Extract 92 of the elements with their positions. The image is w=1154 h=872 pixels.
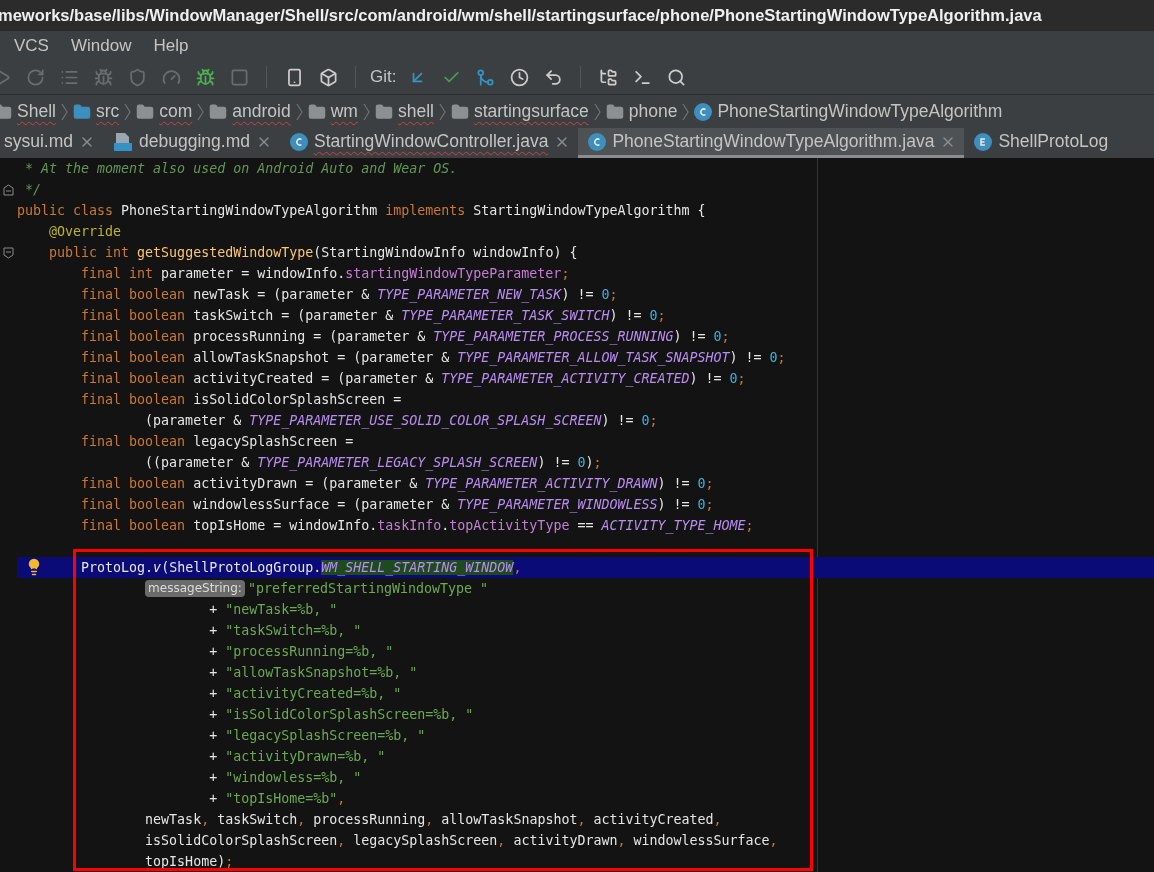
merge-icon	[475, 67, 495, 87]
breadcrumb-item[interactable]: phone	[628, 98, 678, 125]
menu-item[interactable]: Help	[153, 32, 189, 59]
code-line: final boolean windowlessSurface = (parameter & TYPE_PARAMETER_WINDOWLESS) != 0;	[81, 495, 714, 515]
breadcrumb-item[interactable]: wm	[330, 98, 358, 125]
folder-tree-icon	[598, 67, 618, 87]
enum-icon	[974, 132, 993, 151]
class-icon	[289, 132, 308, 151]
code-line: newTask, taskSwitch, processRunning, allowTaskSnapshot, activityCreated,	[145, 810, 722, 829]
code-line: */	[25, 180, 42, 199]
menu-item[interactable]: VCS	[14, 32, 49, 59]
chevron-icon	[197, 102, 205, 121]
editor-tab[interactable]: sysui.md	[0, 128, 104, 158]
fold-marker-icon[interactable]	[3, 246, 14, 259]
chevron-icon	[438, 102, 446, 121]
breadcrumb-item[interactable]: android	[232, 98, 291, 125]
breadcrumb-item[interactable]: src	[95, 98, 120, 125]
code-line: + "windowless=%b, "	[209, 768, 362, 787]
chevron-icon	[124, 102, 132, 121]
breadcrumb-item[interactable]: com	[159, 98, 193, 125]
tab-label: StartingWindowController.java	[313, 130, 549, 154]
editor-tab[interactable]: debugging.md	[103, 128, 280, 158]
folder-icon	[605, 102, 624, 121]
code-line: final boolean allowTaskSnapshot = (parameter & TYPE_PARAMETER_ALLOW_TASK_SNAPSHOT) != 0;	[81, 348, 786, 368]
clock-icon	[509, 67, 529, 87]
code-line: + "activityDrawn=%b, "	[209, 747, 386, 766]
folder-icon	[374, 102, 393, 121]
editor-tab[interactable]: StartingWindowController.java	[279, 128, 579, 158]
undo-icon	[543, 67, 563, 87]
tab-label: sysui.md	[4, 130, 74, 154]
gauge-icon	[161, 67, 181, 87]
chevron-icon	[60, 102, 68, 121]
code-line: public int getSuggestedWindowType(StartingWindowInfo windowInfo) {	[49, 243, 578, 262]
cube-icon	[318, 67, 338, 87]
bug-icon	[195, 67, 215, 87]
markdown-file-icon	[113, 131, 134, 152]
code-line: final boolean newTask = (parameter & TYPE_PARAMETER_NEW_TASK) != 0;	[81, 285, 618, 305]
code-line: final boolean processRunning = (parameter & TYPE_PARAMETER_PROCESS_RUNNING) != 0;	[81, 327, 730, 347]
tab-label: PhoneStartingWindowTypeAlgorithm.java	[612, 130, 935, 154]
class-icon	[694, 102, 713, 121]
chevron-icon	[362, 102, 370, 121]
code-line: public class PhoneStartingWindowTypeAlgorithm implements StartingWindowTypeAlgorithm {	[17, 201, 706, 220]
code-line: final boolean activityDrawn = (parameter & TYPE_PARAMETER_ACTIVITY_DRAWN) != 0;	[81, 474, 714, 494]
editor-tab[interactable]: ShellProtoLog	[964, 128, 1117, 158]
breadcrumb-item[interactable]: startingsurface	[473, 98, 589, 125]
rerun-icon	[25, 67, 45, 87]
shield-icon	[127, 67, 147, 87]
code-line: (parameter & TYPE_PARAMETER_USE_SOLID_COLOR_SPLASH_SCREEN) != 0;	[145, 411, 658, 431]
code-line: "preferredStartingWindowType "	[247, 579, 489, 598]
code-line: final boolean taskSwitch = (parameter & TYPE_PARAMETER_TASK_SWITCH) != 0;	[81, 306, 666, 326]
code-line: ((parameter & TYPE_PARAMETER_LEGACY_SPLASH_SCREEN) != 0);	[145, 453, 602, 473]
chevron-icon	[295, 102, 303, 121]
class-icon	[588, 132, 607, 151]
breadcrumb-item[interactable]: PhoneStartingWindowTypeAlgorithm	[717, 98, 1003, 125]
folder-icon	[136, 102, 155, 121]
code-line: + "processRunning=%b, "	[209, 642, 394, 661]
bug-icon	[93, 67, 113, 87]
code-line: final boolean activityCreated = (parameter & TYPE_PARAMETER_ACTIVITY_CREATED) != 0;	[81, 369, 746, 389]
code-line: final boolean legacySplashScreen =	[81, 432, 354, 451]
breadcrumb-item[interactable]: Shell	[17, 98, 56, 125]
search-icon	[666, 67, 686, 87]
menu-item[interactable]: Window	[70, 32, 132, 59]
code-line: final boolean isSolidColorSplashScreen =	[81, 390, 402, 409]
code-line: + "isSolidColorSplashScreen=%b, "	[209, 705, 474, 724]
code-line: final int parameter = windowInfo.startingWindowTypeParameter;	[81, 264, 570, 283]
code-line: + "taskSwitch=%b, "	[209, 621, 362, 640]
folder-icon	[307, 102, 326, 121]
tab-label: debugging.md	[139, 130, 250, 154]
code-line: + "activityCreated=%b, "	[209, 684, 402, 703]
code-line: + "allowTaskSnapshot=%b, "	[209, 663, 418, 682]
editor-tab[interactable]: PhoneStartingWindowTypeAlgorithm.java	[578, 128, 965, 158]
code-line: ProtoLog.v(ShellProtoLogGroup.WM_SHELL_STARTING_WINDOW,	[81, 558, 522, 578]
code-line: topIsHome);	[145, 852, 234, 871]
folder-icon	[450, 102, 469, 121]
chevron-icon	[682, 102, 690, 121]
code-line: + "topIsHome=%b",	[209, 789, 346, 808]
inlay-hint: messageString:	[145, 580, 245, 597]
breadcrumb-item[interactable]: shell	[397, 98, 434, 125]
code-line: + "newTask=%b, "	[209, 600, 338, 619]
folder-icon	[209, 102, 228, 121]
chevron-icon	[593, 102, 601, 121]
code-line: @Override	[49, 222, 122, 241]
tab-label: ShellProtoLog	[998, 130, 1109, 154]
code-line: isSolidColorSplashScreen, legacySplashScreen, activityDrawn, windowlessSurface,	[145, 831, 778, 850]
folder-icon	[72, 102, 91, 121]
git-label: Git:	[370, 66, 397, 89]
stop-icon	[229, 67, 249, 87]
fold-marker-icon[interactable]	[3, 183, 14, 196]
code-line: final boolean topIsHome = windowInfo.taskInfo.topActivityType == ACTIVITY_TYPE_HOME;	[81, 516, 754, 536]
code-line: * At the moment also used on Android Auto and Wear OS.	[25, 159, 458, 178]
folder-icon	[0, 102, 12, 121]
code-line: + "legacySplashScreen=%b, "	[209, 726, 426, 745]
